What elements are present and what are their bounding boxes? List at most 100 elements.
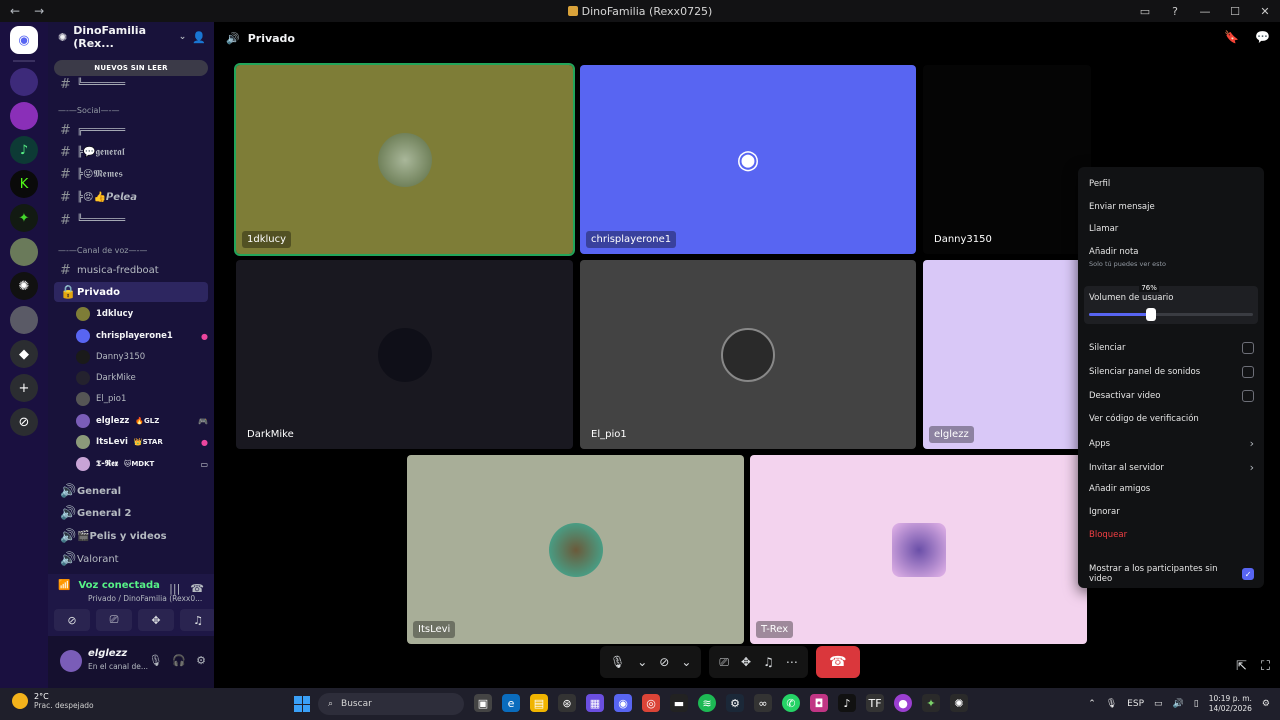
channel-item[interactable]: # ╔═══════: [54, 120, 208, 140]
voice-user[interactable]: elglezz 🔥GLZ 🎮: [76, 411, 208, 431]
volume-slider-thumb[interactable]: [1146, 308, 1157, 321]
noise-suppression-icon[interactable]: |||: [169, 582, 180, 595]
activities-button[interactable]: ✥: [138, 609, 174, 631]
video-tile[interactable]: ◉ chrisplayerone1: [580, 65, 916, 254]
voice-user[interactable]: chrisplayerone1 ●: [76, 326, 208, 346]
voice-channel-pelis[interactable]: 🔊 🎬Pelis y videos: [54, 526, 208, 546]
volume-icon[interactable]: 🔊: [1173, 699, 1184, 709]
camera-off-icon[interactable]: ⊘: [659, 655, 669, 669]
video-tile[interactable]: Danny3150: [923, 65, 1091, 254]
video-tile[interactable]: T-Rex: [750, 455, 1087, 644]
voice-channel-general[interactable]: 🔊 General: [54, 481, 208, 501]
menu-item-disable-video[interactable]: Desactivar video: [1089, 390, 1254, 402]
clock[interactable]: 10:19 p. m. 14/02/2026: [1209, 694, 1252, 714]
voice-user[interactable]: Danny3150: [76, 347, 208, 367]
checkbox-checked[interactable]: ✓: [1242, 568, 1254, 580]
video-tile[interactable]: DarkMike: [236, 260, 573, 449]
popout-icon[interactable]: ⇱: [1236, 659, 1247, 674]
channel-item[interactable]: # ╚═══════: [54, 210, 208, 230]
taskbar-search[interactable]: ⌕ Buscar: [318, 693, 464, 715]
chevron-down-icon[interactable]: ⌄: [681, 655, 691, 669]
microphone-icon[interactable]: 🎙: [610, 655, 625, 669]
voice-user[interactable]: El_pio1: [76, 389, 208, 409]
help-icon[interactable]: ?: [1160, 5, 1190, 18]
camera-off-button[interactable]: ⊘: [54, 609, 90, 631]
app-icon[interactable]: TF: [866, 694, 884, 712]
server-icon[interactable]: ✺: [10, 272, 38, 300]
voice-channel-valorant[interactable]: 🔊 Valorant: [54, 549, 208, 569]
activities-icon[interactable]: ✥: [741, 655, 751, 669]
back-arrow-icon[interactable]: ←: [10, 4, 20, 18]
menu-item-ignore[interactable]: Ignorar: [1089, 507, 1254, 517]
server-icon[interactable]: ◆: [10, 340, 38, 368]
menu-item-call[interactable]: Llamar: [1089, 224, 1254, 234]
checkbox[interactable]: [1242, 366, 1254, 378]
voice-user[interactable]: 1dklucy: [76, 304, 208, 324]
steam-icon[interactable]: ⚙: [726, 694, 744, 712]
menu-item-profile[interactable]: Perfil: [1089, 179, 1254, 189]
headphones-icon[interactable]: 🎧: [172, 654, 186, 667]
microphone-icon[interactable]: 🎙: [1106, 699, 1117, 709]
video-tile[interactable]: ItsLevi: [407, 455, 744, 644]
voice-user[interactable]: ItsLevi 👑STAR ●: [76, 432, 208, 452]
spotify-icon[interactable]: ≋: [698, 694, 716, 712]
minimize-button[interactable]: —: [1190, 5, 1220, 18]
channel-item-memes[interactable]: # ╠😜𝕸𝖊𝖒𝖊𝖘: [54, 164, 208, 184]
chat-icon[interactable]: 💬: [1255, 30, 1270, 44]
menu-item-mute[interactable]: Silenciar: [1089, 342, 1254, 354]
whatsapp-icon[interactable]: ✆: [782, 694, 800, 712]
checkbox[interactable]: [1242, 390, 1254, 402]
app-icon[interactable]: ▦: [586, 694, 604, 712]
microphone-icon[interactable]: 🎙: [148, 654, 162, 667]
discord-home-icon[interactable]: ◉: [10, 26, 38, 54]
server-icon[interactable]: [10, 306, 38, 334]
add-server-icon[interactable]: +: [10, 374, 38, 402]
voice-channel-general-2[interactable]: 🔊 General 2: [54, 503, 208, 523]
channel-item-pelea[interactable]: # ╠😡👍𝙋𝙚𝙡𝙚𝙖: [54, 187, 208, 207]
app-icon[interactable]: ✺: [950, 694, 968, 712]
menu-item-add-note[interactable]: Añadir nota: [1089, 247, 1254, 257]
guild-header[interactable]: ✺ DinoFamilia (Rex... ⌄ 👤: [48, 22, 214, 52]
menu-item-send-message[interactable]: Enviar mensaje: [1089, 202, 1254, 212]
menu-item-verify-code[interactable]: Ver código de verificación: [1089, 414, 1254, 424]
file-explorer-icon[interactable]: ▤: [530, 694, 548, 712]
menu-item-apps[interactable]: Apps ›: [1089, 437, 1254, 450]
discover-icon[interactable]: ⊘: [10, 408, 38, 436]
hang-up-button[interactable]: ☎: [815, 646, 860, 678]
disconnect-icon[interactable]: ☎: [190, 582, 204, 595]
network-icon[interactable]: ▭: [1154, 699, 1163, 709]
menu-item-invite[interactable]: Invitar al servidor ›: [1089, 461, 1254, 474]
edge-icon[interactable]: e: [502, 694, 520, 712]
weather-widget[interactable]: 2°C Prac. despejado: [12, 692, 94, 710]
voice-user[interactable]: DarkMike: [76, 368, 208, 388]
screen-share-icon[interactable]: ⎚: [719, 655, 729, 670]
category-social[interactable]: —-—Social—-—: [58, 106, 120, 115]
screen-share-button[interactable]: ⎚: [96, 609, 132, 631]
app-icon[interactable]: ∞: [754, 694, 772, 712]
voice-user[interactable]: 𝕿-𝕽𝖊𝖝 🐱MDKT ▭: [76, 454, 208, 474]
app-icon[interactable]: ✦: [922, 694, 940, 712]
fullscreen-icon[interactable]: ⛶: [1261, 659, 1270, 674]
category-voz[interactable]: —-—Canal de voz—-—: [58, 246, 147, 255]
notification-icon[interactable]: ⚙: [1262, 699, 1270, 709]
voice-channel-privado[interactable]: 🔒 Privado: [54, 282, 208, 302]
battery-icon[interactable]: ▯: [1194, 699, 1199, 709]
chatgpt-icon[interactable]: ⊛: [558, 694, 576, 712]
channel-item-musica[interactable]: # musica-fredboat: [54, 260, 208, 280]
menu-item-add-friends[interactable]: Añadir amigos: [1089, 484, 1254, 494]
chevron-down-icon[interactable]: ⌄: [637, 655, 647, 669]
language-indicator[interactable]: ESP: [1127, 699, 1144, 709]
soundboard-icon[interactable]: ♫: [763, 655, 774, 669]
instagram-icon[interactable]: ◘: [810, 694, 828, 712]
chrome-icon[interactable]: ◎: [642, 694, 660, 712]
discord-icon[interactable]: ◉: [614, 694, 632, 712]
windows-start-icon[interactable]: [294, 696, 310, 712]
channel-item[interactable]: # ╚═══════: [54, 74, 208, 94]
server-icon[interactable]: [10, 68, 38, 96]
forward-arrow-icon[interactable]: →: [34, 4, 44, 18]
app-icon[interactable]: ●: [894, 694, 912, 712]
chevron-up-icon[interactable]: ⌃: [1088, 699, 1096, 709]
video-tile[interactable]: elglezz: [923, 260, 1091, 449]
soundboard-button[interactable]: ♫: [180, 609, 216, 631]
bookmark-icon[interactable]: 🔖: [1224, 30, 1239, 44]
